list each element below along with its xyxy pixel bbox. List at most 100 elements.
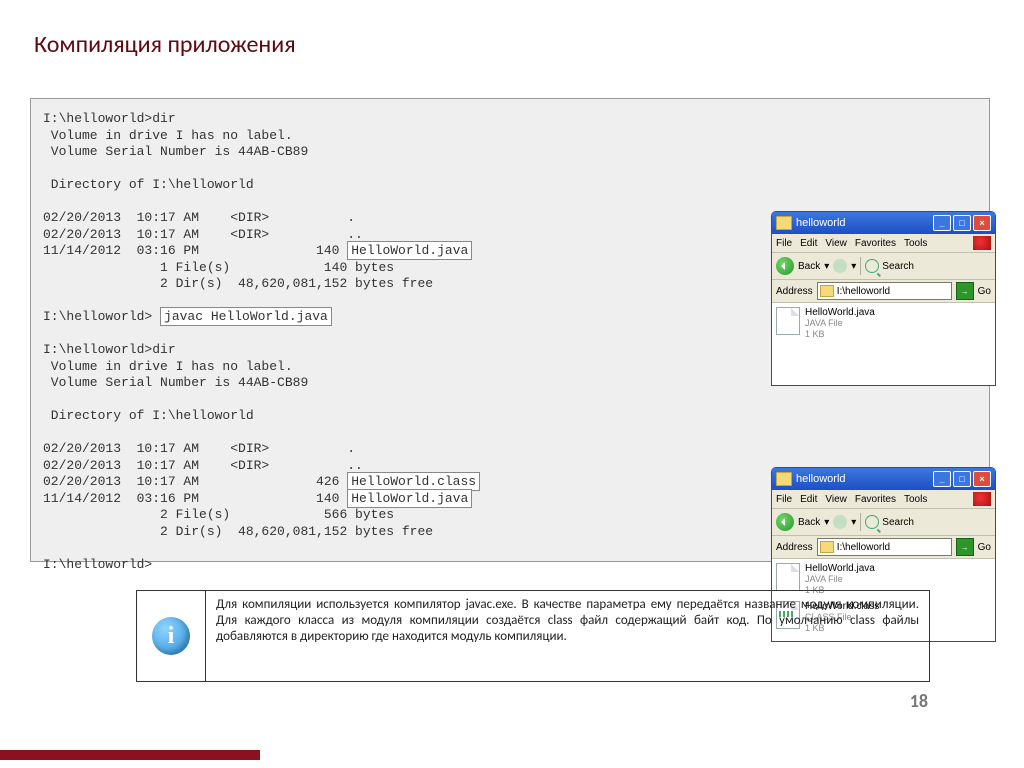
minimize-button[interactable]: _ [933,471,951,487]
maximize-button[interactable]: □ [953,215,971,231]
console-line: 02/20/2013 10:17 AM <DIR> .. [43,227,363,242]
console-line: 2 Dir(s) 48,620,081,152 bytes free [43,524,433,539]
console-line: 2 File(s) 566 bytes [43,507,394,522]
explorer-window-before: helloworld _ □ × File Edit View Favorite… [771,211,996,386]
menu-tools[interactable]: Tools [904,238,927,249]
go-button[interactable]: → [956,538,974,556]
console-line: Volume in drive I has no label. [43,359,293,374]
windows-flag-icon [973,492,991,506]
windows-flag-icon [973,236,991,250]
minimize-button[interactable]: _ [933,215,951,231]
file-type: JAVA File [805,318,875,329]
separator [860,513,861,531]
maximize-button[interactable]: □ [953,471,971,487]
chevron-down-icon[interactable]: ▾ [824,517,829,528]
menubar: File Edit View Favorites Tools [772,234,995,253]
console-line: 02/20/2013 10:17 AM <DIR> . [43,441,355,456]
file-list: HelloWorld.java JAVA File 1 KB [772,303,995,386]
highlight-javac-command: javac HelloWorld.java [160,307,332,326]
console-panel: I:\helloworld>dir Volume in drive I has … [30,98,990,562]
file-name: HelloWorld.java [805,307,875,318]
window-title: helloworld [796,473,846,485]
console-line: I:\helloworld> [43,309,160,324]
go-label[interactable]: Go [978,542,991,553]
menu-favorites[interactable]: Favorites [855,494,896,505]
console-line: 02/20/2013 10:17 AM <DIR> .. [43,458,363,473]
decorative-strip [0,750,260,760]
chevron-down-icon[interactable]: ▾ [824,261,829,272]
highlight-filename-java: HelloWorld.java [347,241,472,260]
search-label: Search [882,517,914,528]
search-label: Search [882,261,914,272]
console-line: I:\helloworld>dir [43,111,176,126]
address-value: I:\helloworld [837,542,890,553]
description-text: Для компиляции используется компилятор j… [206,591,929,681]
console-line: 02/20/2013 10:17 AM 426 [43,474,347,489]
console-output: I:\helloworld>dir Volume in drive I has … [43,111,480,573]
back-button-icon[interactable] [776,257,794,275]
titlebar[interactable]: helloworld _ □ × [772,212,995,234]
back-label[interactable]: Back [798,261,820,272]
window-title: helloworld [796,217,846,229]
file-name: HelloWorld.java [805,563,875,574]
menubar: File Edit View Favorites Tools [772,490,995,509]
folder-icon [820,285,834,297]
chevron-down-icon[interactable]: ▾ [851,517,856,528]
close-button[interactable]: × [973,215,991,231]
search-icon [865,259,879,273]
menu-file[interactable]: File [776,238,792,249]
file-type: JAVA File [805,574,875,585]
console-line: I:\helloworld>dir [43,342,176,357]
address-value: I:\helloworld [837,286,890,297]
search-button[interactable]: Search [865,515,914,529]
menu-file[interactable]: File [776,494,792,505]
highlight-filename-java2: HelloWorld.java [347,489,472,508]
console-line: 11/14/2012 03:16 PM 140 [43,491,347,506]
menu-tools[interactable]: Tools [904,494,927,505]
address-label: Address [776,542,813,553]
separator [860,257,861,275]
console-line: Volume in drive I has no label. [43,128,293,143]
console-line: Directory of I:\helloworld [43,177,254,192]
slide-title: Компиляция приложения [34,30,296,59]
address-label: Address [776,286,813,297]
forward-button-icon[interactable] [833,515,847,529]
address-input[interactable]: I:\helloworld [817,538,952,556]
folder-icon [776,216,792,230]
console-line: I:\helloworld> [43,557,152,572]
menu-favorites[interactable]: Favorites [855,238,896,249]
back-label[interactable]: Back [798,517,820,528]
console-line: 2 Dir(s) 48,620,081,152 bytes free [43,276,433,291]
info-icon-cell: i [137,591,206,681]
menu-edit[interactable]: Edit [800,494,817,505]
address-bar: Address I:\helloworld → Go [772,280,995,303]
search-icon [865,515,879,529]
toolbar: Back ▾ ▾ Search [772,509,995,536]
console-line: 02/20/2013 10:17 AM <DIR> . [43,210,355,225]
toolbar: Back ▾ ▾ Search [772,253,995,280]
folder-icon [820,541,834,553]
menu-view[interactable]: View [825,494,847,505]
page-number: 18 [910,690,928,712]
console-line: Volume Serial Number is 44AB-CB89 [43,144,308,159]
go-label[interactable]: Go [978,286,991,297]
menu-view[interactable]: View [825,238,847,249]
titlebar[interactable]: helloworld _ □ × [772,468,995,490]
description-box: i Для компиляции используется компилятор… [136,590,930,682]
info-icon: i [152,617,190,655]
forward-button-icon[interactable] [833,259,847,273]
java-file-icon [776,307,800,335]
back-button-icon[interactable] [776,513,794,531]
close-button[interactable]: × [973,471,991,487]
java-file-icon [776,563,800,591]
folder-icon [776,472,792,486]
console-line: Volume Serial Number is 44AB-CB89 [43,375,308,390]
search-button[interactable]: Search [865,259,914,273]
address-input[interactable]: I:\helloworld [817,282,952,300]
menu-edit[interactable]: Edit [800,238,817,249]
file-size: 1 KB [805,329,875,340]
go-button[interactable]: → [956,282,974,300]
chevron-down-icon[interactable]: ▾ [851,261,856,272]
list-item[interactable]: HelloWorld.java JAVA File 1 KB [776,307,991,340]
console-line: 11/14/2012 03:16 PM 140 [43,243,347,258]
